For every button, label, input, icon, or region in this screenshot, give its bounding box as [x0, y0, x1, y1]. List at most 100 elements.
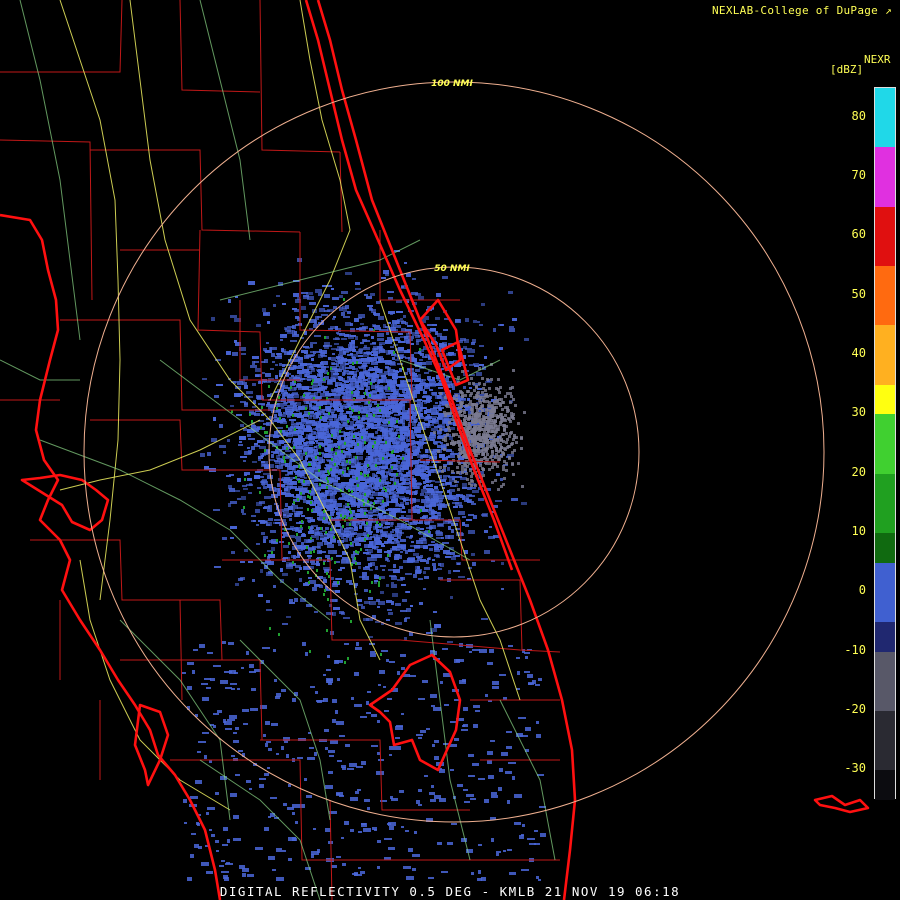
echo-cell — [429, 385, 436, 387]
echo-cell — [314, 376, 317, 380]
echo-cell — [375, 424, 378, 426]
echo-cell — [482, 415, 485, 418]
echo-cell — [352, 366, 355, 370]
echo-cell — [350, 428, 357, 430]
echo-cell — [353, 424, 357, 426]
echo-cell — [394, 464, 398, 467]
echo-cell — [375, 488, 379, 491]
echo-cell — [219, 445, 226, 448]
echo-cell — [450, 442, 453, 445]
echo-cell — [468, 424, 471, 427]
echo-cell — [451, 418, 454, 421]
echo-cell — [335, 503, 342, 507]
echo-cell — [459, 452, 462, 455]
echo-cell — [244, 549, 248, 552]
echo-cell — [379, 396, 382, 400]
echo-cell — [345, 389, 348, 392]
echo-cell — [287, 415, 291, 418]
echo-cell — [463, 386, 466, 389]
echo-cell — [306, 421, 312, 424]
echo-cell — [373, 396, 376, 400]
echo-cell — [431, 541, 435, 543]
radar-display: 100 NMI 50 NMI NEXLAB-College of DuPage ↗… — [0, 0, 900, 900]
echo-cell — [477, 420, 480, 423]
echo-cell — [341, 338, 347, 340]
echo-cell — [412, 481, 416, 485]
echo-cell — [387, 291, 394, 293]
echo-cell — [275, 465, 278, 468]
echo-cell — [493, 328, 496, 332]
echo-cell — [396, 503, 399, 506]
echo-cell — [285, 450, 291, 452]
echo-cell — [488, 462, 491, 465]
echo-cell — [415, 460, 420, 463]
echo-cell — [308, 415, 312, 419]
echo-cell — [301, 428, 304, 432]
echo-cell — [372, 401, 377, 403]
echo-cell — [399, 427, 406, 431]
echo-cell — [472, 439, 475, 442]
echo-cell — [314, 401, 317, 404]
echo-cell — [400, 539, 406, 542]
echo-cell — [260, 476, 264, 478]
echo-cell — [289, 602, 295, 604]
echo-cell — [482, 399, 485, 402]
echo-cell — [223, 451, 226, 454]
echo-cell — [471, 444, 474, 447]
echo-cell — [401, 584, 406, 586]
echo-cell — [361, 606, 365, 609]
echo-cell — [282, 573, 288, 576]
echo-cell — [443, 466, 446, 469]
echo-cell — [316, 563, 320, 566]
echo-cell — [448, 421, 451, 424]
echo-cell — [429, 389, 433, 391]
echo-cell — [472, 349, 475, 353]
echo-cell — [517, 462, 520, 465]
echo-cell — [369, 542, 372, 544]
echo-cell — [485, 412, 488, 415]
echo-cell — [445, 556, 451, 558]
echo-cell — [339, 295, 343, 298]
echo-cell — [464, 415, 467, 418]
echo-cell — [463, 411, 466, 414]
echo-cell — [443, 448, 446, 451]
echo-cell — [385, 361, 392, 364]
echo-cell — [386, 509, 393, 511]
echo-cell — [484, 389, 487, 392]
echo-cell — [453, 506, 458, 508]
echo-cell — [263, 539, 266, 543]
echo-cell — [473, 320, 477, 323]
echo-cell — [461, 395, 464, 398]
echo-cell — [298, 530, 302, 533]
echo-cell — [219, 424, 223, 428]
echo-cell — [302, 387, 309, 390]
echo-cell — [465, 524, 469, 527]
echo-cell — [355, 336, 358, 340]
echo-cell — [347, 311, 351, 314]
echo-cell — [325, 527, 329, 530]
echo-cell — [389, 826, 394, 830]
echo-cell — [394, 389, 399, 393]
echo-cell — [414, 545, 420, 549]
echo-cell — [462, 487, 467, 489]
echo-cell — [371, 309, 376, 313]
echo-cell — [256, 324, 261, 327]
echo-cell — [384, 838, 392, 840]
echo-cell — [374, 374, 379, 378]
echo-cell — [400, 435, 405, 438]
echo-cell — [428, 544, 433, 546]
echo-cell — [433, 451, 436, 453]
echo-cell — [406, 462, 413, 466]
echo-cell — [481, 377, 484, 380]
echo-cell — [311, 431, 316, 435]
echo-cell — [318, 413, 321, 416]
echo-cell — [392, 529, 395, 531]
echo-cell — [339, 347, 344, 351]
echo-cell — [502, 401, 505, 404]
echo-cell — [475, 403, 478, 406]
echo-cell — [403, 315, 406, 318]
echo-cell — [261, 461, 265, 463]
echo-cell — [258, 458, 261, 461]
echo-cell — [337, 678, 340, 681]
echo-cell — [454, 480, 457, 483]
